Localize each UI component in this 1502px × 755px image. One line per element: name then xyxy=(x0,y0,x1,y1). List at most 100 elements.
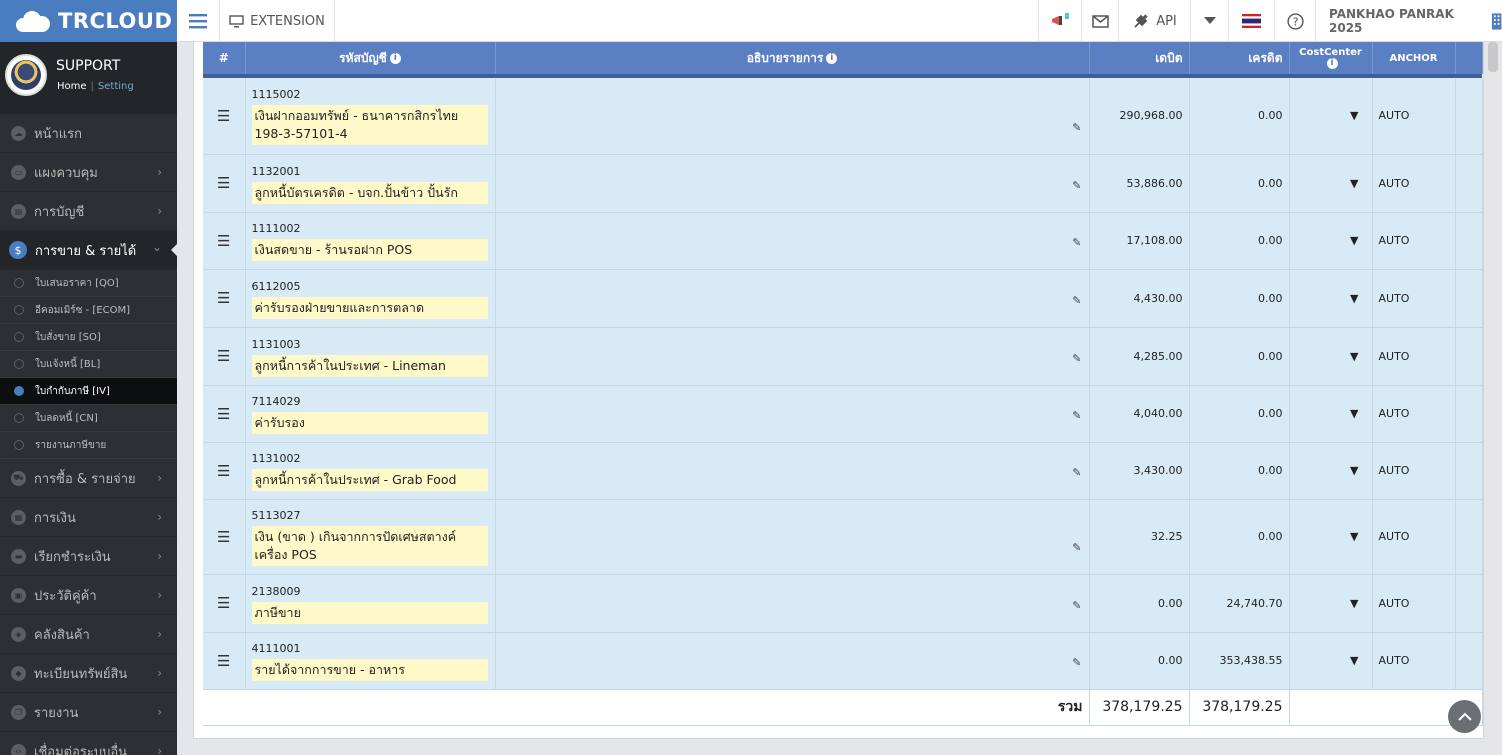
language-button[interactable] xyxy=(1229,0,1275,42)
drag-handle-icon[interactable]: ☰ xyxy=(203,442,246,500)
help-button[interactable]: ? xyxy=(1275,0,1316,42)
credit-cell[interactable]: 0.00 xyxy=(1189,154,1290,213)
drag-handle-icon[interactable]: ☰ xyxy=(203,574,246,633)
drag-handle-icon[interactable]: ☰ xyxy=(203,385,246,443)
sidebar-item-reports[interactable]: ❐ รายงาน › xyxy=(0,693,177,732)
sidebar-item-contacts[interactable]: ▣ ประวัติคู่ค้า › xyxy=(0,576,177,615)
account-cell[interactable]: 1131002 ลูกหนี้การค้าในประเทศ - Grab Food xyxy=(245,442,496,500)
debit-cell[interactable]: 4,040.00 xyxy=(1089,385,1190,443)
sidebar-subitem-sales-order[interactable]: ใบสั่งขาย [SO] xyxy=(0,324,177,351)
pencil-icon[interactable]: ✎ xyxy=(1072,352,1081,365)
cost-center-select[interactable]: ▼ xyxy=(1289,442,1373,500)
sidebar-item-inventory[interactable]: ◈ คลังสินค้า › xyxy=(0,615,177,654)
scrollbar-thumb[interactable] xyxy=(1488,42,1498,72)
debit-cell[interactable]: 0.00 xyxy=(1089,632,1190,690)
pencil-icon[interactable]: ✎ xyxy=(1072,409,1081,422)
pencil-icon[interactable]: ✎ xyxy=(1072,541,1081,554)
account-cell[interactable]: 4111001 รายได้จากการขาย - อาหาร xyxy=(245,632,496,690)
credit-cell[interactable]: 0.00 xyxy=(1189,499,1290,575)
pencil-icon[interactable]: ✎ xyxy=(1072,466,1081,479)
debit-cell[interactable]: 290,968.00 xyxy=(1089,78,1190,155)
menu-toggle-button[interactable] xyxy=(177,0,220,42)
announcement-button[interactable] xyxy=(1038,0,1082,42)
pencil-icon[interactable]: ✎ xyxy=(1072,294,1081,307)
cost-center-select[interactable]: ▼ xyxy=(1289,499,1373,575)
account-cell[interactable]: 1115002 เงินฝากออมทรัพย์ - ธนาคารกสิกรไทย… xyxy=(245,78,496,155)
description-cell[interactable]: ✎ xyxy=(495,269,1090,328)
credit-cell[interactable]: 0.00 xyxy=(1189,442,1290,500)
scrollbar[interactable] xyxy=(1484,42,1502,755)
credit-cell[interactable]: 353,438.55 xyxy=(1189,632,1290,690)
debit-cell[interactable]: 53,886.00 xyxy=(1089,154,1190,213)
drag-handle-icon[interactable]: ☰ xyxy=(203,78,246,155)
sidebar-item-dashboard[interactable]: ▭ แผงควบคุม › xyxy=(0,153,177,192)
cost-center-select[interactable]: ▼ xyxy=(1289,574,1373,633)
drag-handle-icon[interactable]: ☰ xyxy=(203,632,246,690)
sidebar-subitem-tax-invoice[interactable]: ใบกำกับภาษี [IV] xyxy=(0,378,177,405)
cost-center-select[interactable]: ▼ xyxy=(1289,327,1373,386)
drag-handle-icon[interactable]: ☰ xyxy=(203,269,246,328)
logo[interactable]: TRCLOUD xyxy=(0,0,177,42)
sidebar-item-accounting[interactable]: ▤ การบัญชี › xyxy=(0,192,177,231)
extension-button[interactable]: EXTENSION xyxy=(220,0,335,42)
credit-cell[interactable]: 0.00 xyxy=(1189,78,1290,155)
account-cell[interactable]: 1132001 ลูกหนี้บัตรเครดิต - บจก.ปั้นข้าว … xyxy=(245,154,496,213)
drag-handle-icon[interactable]: ☰ xyxy=(203,499,246,575)
description-cell[interactable]: ✎ xyxy=(495,574,1090,633)
home-link[interactable]: Home xyxy=(57,81,87,92)
description-cell[interactable]: ✎ xyxy=(495,212,1090,270)
cost-center-select[interactable]: ▼ xyxy=(1289,632,1373,690)
sidebar-item-finance[interactable]: ▦ การเงิน › xyxy=(0,498,177,537)
pencil-icon[interactable]: ✎ xyxy=(1072,179,1081,192)
description-cell[interactable]: ✎ xyxy=(495,442,1090,500)
debit-cell[interactable]: 3,430.00 xyxy=(1089,442,1190,500)
drag-handle-icon[interactable]: ☰ xyxy=(203,327,246,386)
account-cell[interactable]: 7114029 ค่ารับรอง xyxy=(245,385,496,443)
credit-cell[interactable]: 0.00 xyxy=(1189,327,1290,386)
drag-handle-icon[interactable]: ☰ xyxy=(203,154,246,213)
setting-link[interactable]: Setting xyxy=(98,81,134,92)
avatar[interactable] xyxy=(5,54,47,96)
company-selector[interactable]: PANKHAO PANRAK 2025 xyxy=(1316,0,1502,42)
sidebar-subitem-sales-tax-report[interactable]: รายงานภาษีขาย xyxy=(0,432,177,459)
sidebar-item-collection[interactable]: ▬ เรียกชำระเงิน › xyxy=(0,537,177,576)
sidebar-item-assets[interactable]: ◆ ทะเบียนทรัพย์สิน › xyxy=(0,654,177,693)
account-cell[interactable]: 1131003 ลูกหนี้การค้าในประเทศ - Lineman xyxy=(245,327,496,386)
sidebar-subitem-billing[interactable]: ใบแจ้งหนี้ [BL] xyxy=(0,351,177,378)
credit-cell[interactable]: 24,740.70 xyxy=(1189,574,1290,633)
debit-cell[interactable]: 32.25 xyxy=(1089,499,1190,575)
description-cell[interactable]: ✎ xyxy=(495,327,1090,386)
debit-cell[interactable]: 4,430.00 xyxy=(1089,269,1190,328)
cost-center-select[interactable]: ▼ xyxy=(1289,154,1373,213)
account-cell[interactable]: 5113027 เงิน (ขาด ) เกินจากการปัดเศษสตางค… xyxy=(245,499,496,575)
credit-cell[interactable]: 0.00 xyxy=(1189,212,1290,270)
scroll-to-top-button[interactable] xyxy=(1448,700,1481,733)
account-cell[interactable]: 6112005 ค่ารับรองฝ่ายขายและการตลาด xyxy=(245,269,496,328)
sidebar-item-home[interactable]: ☁ หน้าแรก xyxy=(0,114,177,153)
sidebar-subitem-quotation[interactable]: ใบเสนอราคา [QO] xyxy=(0,270,177,297)
sidebar-subitem-credit-note[interactable]: ใบลดหนี้ [CN] xyxy=(0,405,177,432)
description-cell[interactable]: ✎ xyxy=(495,385,1090,443)
account-cell[interactable]: 2138009 ภาษีขาย xyxy=(245,574,496,633)
description-cell[interactable]: ✎ xyxy=(495,499,1090,575)
sidebar-subitem-ecommerce[interactable]: อีคอมเมิร์ซ - [ECOM] xyxy=(0,297,177,324)
drag-handle-icon[interactable]: ☰ xyxy=(203,212,246,270)
pencil-icon[interactable]: ✎ xyxy=(1072,236,1081,249)
cost-center-select[interactable]: ▼ xyxy=(1289,212,1373,270)
mail-button[interactable] xyxy=(1082,0,1119,42)
account-cell[interactable]: 1111002 เงินสดขาย - ร้านรอฝาก POS xyxy=(245,212,496,270)
credit-cell[interactable]: 0.00 xyxy=(1189,385,1290,443)
sidebar-item-integrations[interactable]: ‹› เชื่อมต่อระบบอื่น › xyxy=(0,732,177,755)
cost-center-select[interactable]: ▼ xyxy=(1289,78,1373,155)
cost-center-select[interactable]: ▼ xyxy=(1289,385,1373,443)
cost-center-select[interactable]: ▼ xyxy=(1289,269,1373,328)
debit-cell[interactable]: 17,108.00 xyxy=(1089,212,1190,270)
credit-cell[interactable]: 0.00 xyxy=(1189,269,1290,328)
description-cell[interactable]: ✎ xyxy=(495,632,1090,690)
sidebar-item-purchases[interactable]: ⛟ การซื้อ & รายจ่าย › xyxy=(0,459,177,498)
api-button[interactable]: API xyxy=(1119,0,1191,42)
dropdown-button[interactable] xyxy=(1191,0,1229,42)
description-cell[interactable]: ✎ xyxy=(495,78,1090,155)
sidebar-item-sales[interactable]: $ การขาย & รายได้ ⌄ xyxy=(0,231,177,270)
description-cell[interactable]: ✎ xyxy=(495,154,1090,213)
